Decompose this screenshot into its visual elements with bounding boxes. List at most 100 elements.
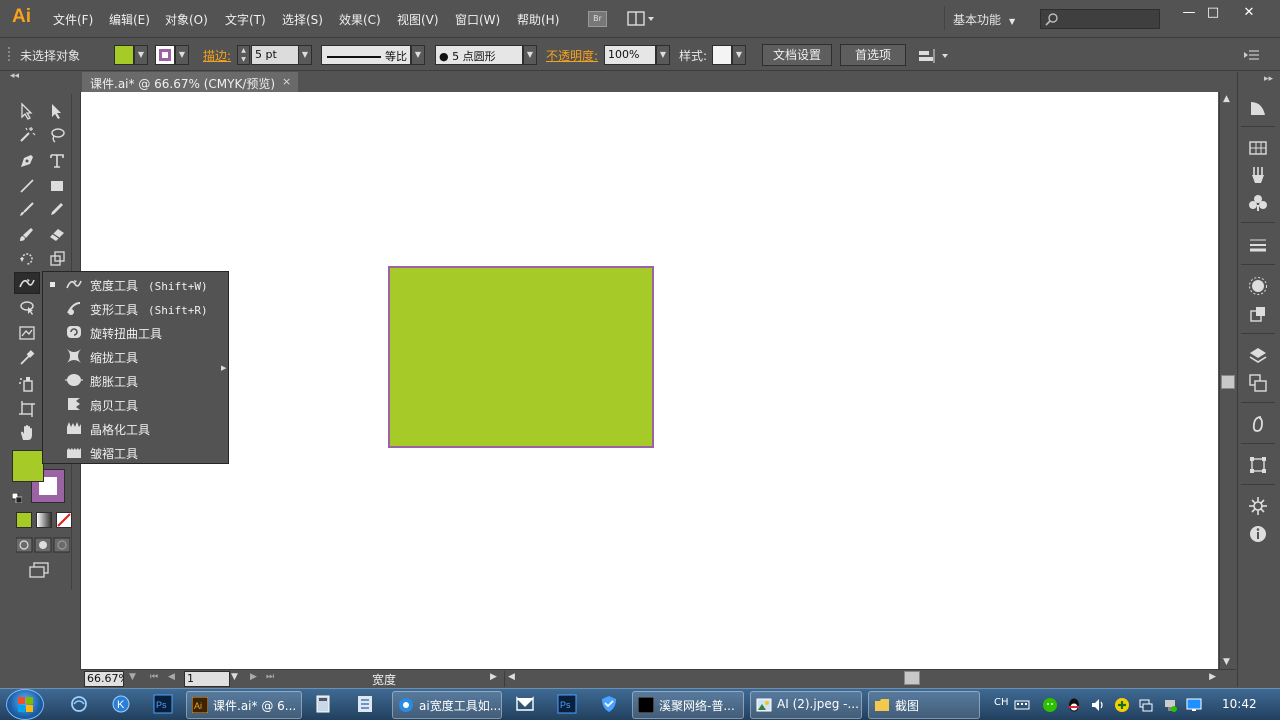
opacity-dropdown[interactable]: ▼	[656, 45, 670, 65]
next-artboard-icon[interactable]: ▶	[250, 672, 257, 682]
wechat-icon[interactable]	[1042, 697, 1058, 713]
taskbar-item-folder[interactable]: 截图	[868, 691, 980, 719]
transform-icon[interactable]	[1248, 455, 1268, 475]
artboards-icon[interactable]	[1248, 373, 1268, 393]
menu-select[interactable]: 选择(S)	[282, 11, 323, 28]
taskbar-item-illustrator[interactable]: Ai 课件.ai* @ 6...	[186, 691, 302, 719]
symbol-sprayer-tool[interactable]	[14, 373, 40, 395]
taskbar-item-browser[interactable]: ai宽度工具如...	[392, 691, 502, 719]
preferences-button[interactable]: 首选项	[840, 44, 906, 66]
stroke-profile-dropdown[interactable]: ▼	[411, 45, 425, 65]
glyphs-icon[interactable]	[1248, 414, 1268, 434]
stroke-weight-input[interactable]: 5 pt	[251, 45, 299, 65]
panel-menu-icon[interactable]	[1244, 49, 1260, 61]
flyout-item-scallop-tool[interactable]: 扇贝工具	[43, 392, 221, 416]
symbols-icon[interactable]	[1248, 193, 1268, 213]
flyout-item-twirl-tool[interactable]: 旋转扭曲工具	[43, 320, 221, 344]
fill-color-box[interactable]	[12, 450, 44, 482]
scroll-left-icon[interactable]: ◀	[508, 672, 515, 682]
eraser-tool[interactable]	[44, 223, 70, 245]
k-app-icon[interactable]: K	[110, 694, 132, 714]
rotate-tool[interactable]	[14, 248, 40, 270]
drawing-modes-icon[interactable]	[15, 537, 71, 553]
align-options-button[interactable]	[916, 47, 950, 65]
previous-artboard-icon[interactable]: ◀	[168, 672, 175, 682]
menu-edit[interactable]: 编辑(E)	[109, 11, 150, 28]
close-tab-icon[interactable]: ×	[282, 75, 291, 88]
scroll-down-icon[interactable]: ▼	[1223, 657, 1230, 667]
document-tab[interactable]: 课件.ai* @ 66.67% (CMYK/预览)	[82, 72, 298, 92]
bridge-button[interactable]: Br	[588, 11, 607, 27]
qq-icon[interactable]	[1066, 697, 1082, 713]
calculator-icon[interactable]	[312, 694, 334, 714]
maximize-button[interactable]: □	[1198, 4, 1228, 24]
brush-select[interactable]: ● 5 点圆形	[435, 45, 523, 65]
artboard-number-input[interactable]: 1	[184, 671, 230, 687]
menu-file[interactable]: 文件(F)	[53, 11, 93, 28]
line-segment-tool[interactable]	[14, 175, 40, 197]
taskbar-item-image-viewer[interactable]: AI (2).jpeg -...	[750, 691, 862, 719]
clock[interactable]: 10:42	[1222, 697, 1257, 711]
info-icon[interactable]	[1248, 524, 1268, 544]
hand-tool[interactable]	[14, 422, 40, 444]
photoshop-icon[interactable]: Ps	[152, 694, 174, 714]
shape-builder-tool[interactable]	[14, 322, 40, 344]
artboard-dropdown-icon[interactable]: ▼	[231, 672, 238, 682]
eyedropper-tool[interactable]	[14, 347, 40, 369]
stroke-weight-dropdown[interactable]: ▼	[298, 45, 312, 65]
color-guide-icon[interactable]	[1248, 98, 1268, 118]
horizontal-scrollbar[interactable]: ◀ ▶	[504, 671, 1220, 687]
blob-brush-tool[interactable]	[14, 223, 40, 245]
stroke-color-swatch[interactable]	[155, 45, 175, 65]
pen-tool[interactable]	[14, 150, 40, 172]
start-button[interactable]	[6, 689, 44, 720]
navigator-icon[interactable]	[1248, 496, 1268, 516]
close-button[interactable]: ✕	[1234, 4, 1264, 24]
stroke-label[interactable]: 描边:	[203, 47, 231, 64]
flyout-item-warp-tool[interactable]: 变形工具 (Shift+R)	[43, 296, 221, 320]
opacity-input[interactable]: 100%	[604, 45, 656, 65]
document-setup-button[interactable]: 文档设置	[762, 44, 832, 66]
network-status-icon[interactable]	[1138, 697, 1154, 713]
layers-icon[interactable]	[1248, 345, 1268, 365]
keyboard-icon[interactable]	[1014, 697, 1030, 713]
selection-tool[interactable]	[14, 100, 40, 122]
scale-tool[interactable]	[44, 248, 70, 270]
photoshop-task-icon[interactable]: Ps	[556, 694, 578, 714]
pencil-tool[interactable]	[44, 198, 70, 220]
free-transform-tool[interactable]	[14, 296, 40, 318]
zoom-dropdown-icon[interactable]: ▼	[129, 672, 136, 682]
file-list-icon[interactable]	[354, 694, 376, 714]
safely-remove-icon[interactable]	[1162, 697, 1178, 713]
flyout-item-wrinkle-tool[interactable]: 皱褶工具	[43, 440, 221, 464]
color-mode-button[interactable]	[16, 512, 32, 528]
stroke-panel-icon[interactable]	[1248, 235, 1268, 255]
brush-dropdown[interactable]: ▼	[523, 45, 537, 65]
menu-effect[interactable]: 效果(C)	[339, 11, 381, 28]
flyout-item-crystallize-tool[interactable]: 晶格化工具	[43, 416, 221, 440]
last-artboard-icon[interactable]: ⏭	[266, 672, 274, 682]
graphic-styles-icon[interactable]	[1248, 304, 1268, 324]
volume-icon[interactable]	[1090, 697, 1106, 713]
type-tool[interactable]	[44, 150, 70, 172]
scroll-right-icon[interactable]: ▶	[1209, 672, 1216, 682]
flyout-item-width-tool[interactable]: 宽度工具 (Shift+W)	[43, 272, 221, 296]
shield-icon[interactable]	[598, 694, 620, 714]
brushes-icon[interactable]	[1248, 165, 1268, 185]
graphic-style-dropdown[interactable]: ▼	[732, 45, 746, 65]
menu-help[interactable]: 帮助(H)	[517, 11, 559, 28]
vertical-scroll-thumb[interactable]	[1221, 375, 1235, 389]
paintbrush-tool[interactable]	[14, 198, 40, 220]
current-tool-status[interactable]: 宽度	[372, 671, 396, 688]
zoom-level-input[interactable]: 66.67%	[84, 671, 124, 687]
menu-type[interactable]: 文字(T)	[225, 11, 266, 28]
horizontal-scroll-thumb[interactable]	[904, 671, 920, 685]
input-method-indicator[interactable]: CH	[994, 697, 1009, 708]
search-input[interactable]	[1040, 9, 1160, 29]
flyout-item-bloat-tool[interactable]: 膨胀工具	[43, 368, 221, 392]
menu-object[interactable]: 对象(O)	[165, 11, 208, 28]
double-chevron-right-icon[interactable]: ▸▸	[1264, 74, 1273, 84]
default-colors-button[interactable]	[11, 492, 23, 504]
scroll-up-icon[interactable]: ▲	[1223, 94, 1230, 104]
flyout-item-pucker-tool[interactable]: 缩拢工具	[43, 344, 221, 368]
